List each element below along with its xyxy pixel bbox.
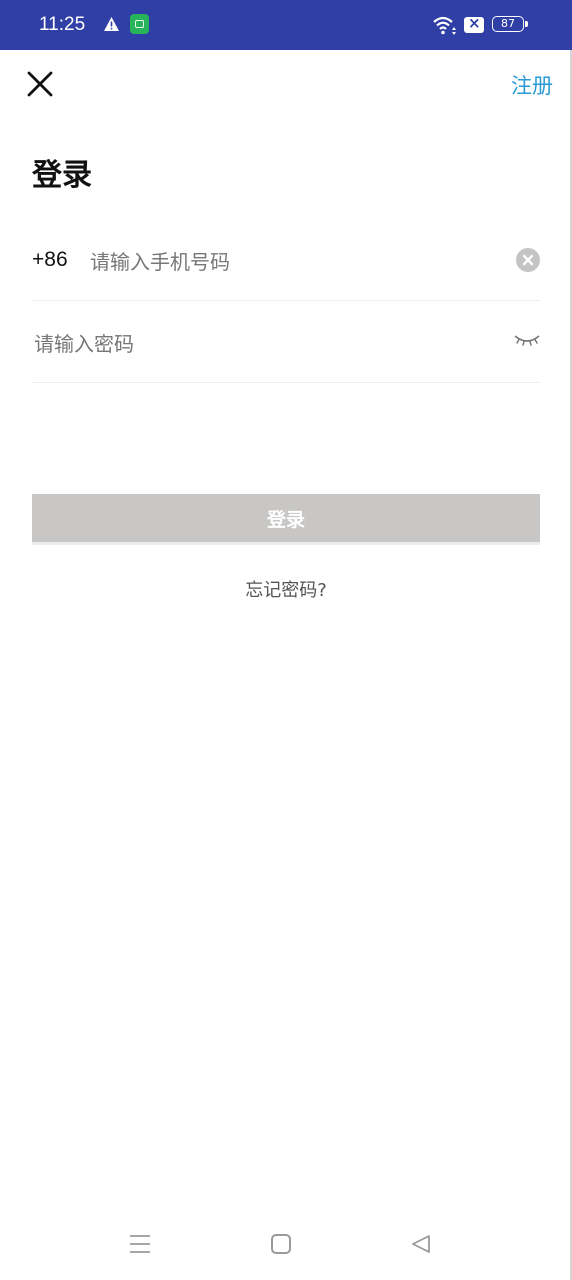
status-bar: 11:25 87	[0, 0, 572, 50]
battery-icon: 87	[492, 16, 528, 32]
clear-circle-icon[interactable]	[516, 248, 540, 272]
back-icon[interactable]	[410, 1233, 432, 1255]
sim-off-icon	[464, 14, 484, 33]
country-code[interactable]: +86	[32, 248, 68, 272]
close-icon[interactable]	[24, 68, 56, 100]
app-notification-icon	[130, 14, 149, 34]
wifi-icon	[433, 16, 456, 35]
menu-icon[interactable]	[128, 1232, 152, 1256]
password-input[interactable]	[32, 324, 496, 364]
home-icon[interactable]	[271, 1234, 291, 1254]
eye-closed-icon[interactable]	[514, 332, 540, 348]
navigation-bar	[0, 1210, 572, 1280]
phone-field-row: +86	[32, 236, 540, 301]
password-field-row	[32, 318, 540, 383]
register-link[interactable]: 注册	[511, 70, 553, 100]
status-time: 11:25	[39, 14, 86, 35]
login-button[interactable]: 登录	[32, 494, 540, 542]
page-title: 登录	[32, 158, 92, 193]
phone-input[interactable]	[88, 242, 502, 282]
warning-icon	[104, 17, 119, 31]
forgot-password-link[interactable]: 忘记密码?	[0, 576, 572, 602]
